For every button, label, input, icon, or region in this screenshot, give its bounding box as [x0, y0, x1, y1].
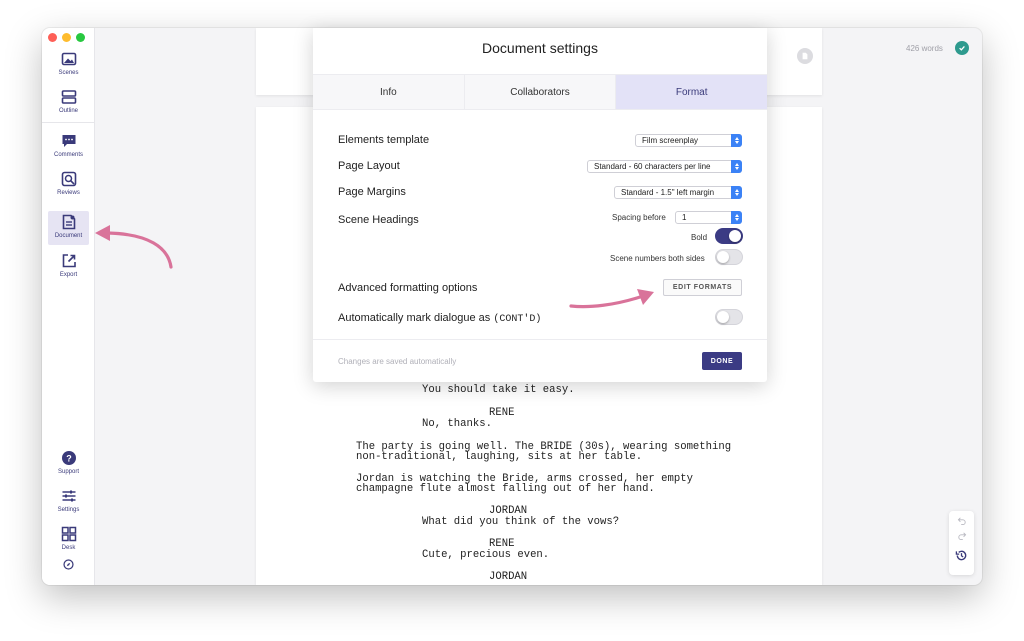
- saved-check-icon: [955, 41, 969, 55]
- done-button[interactable]: DONE: [702, 352, 742, 370]
- redo-button[interactable]: [954, 530, 969, 542]
- close-window-button[interactable]: [48, 33, 57, 42]
- elements-template-select[interactable]: Film screenplay: [635, 134, 742, 147]
- tab-collaborators[interactable]: Collaborators: [465, 75, 617, 109]
- comment-icon: [62, 135, 75, 147]
- edit-formats-button[interactable]: EDIT FORMATS: [663, 279, 742, 296]
- redo-icon: [957, 532, 966, 540]
- select-value: 1: [682, 213, 687, 222]
- stepper-arrows-icon: [731, 211, 742, 224]
- autosave-note: Changes are saved automatically: [338, 357, 457, 366]
- spacing-before-label: Spacing before: [612, 213, 666, 222]
- select-value: Standard - 60 characters per line: [594, 162, 711, 171]
- sidebar-item-label: Outline: [58, 108, 78, 114]
- minimize-window-button[interactable]: [62, 33, 71, 42]
- word-count: 426 words: [906, 44, 943, 53]
- tab-info[interactable]: Info: [313, 75, 465, 109]
- auto-contd-text: Automatically mark dialogue as: [338, 312, 491, 324]
- dialog-footer: Changes are saved automatically DONE: [313, 339, 767, 382]
- compass-icon: [63, 559, 74, 570]
- sidebar-item-label: Scenes: [58, 70, 79, 76]
- sidebar-item-scenes[interactable]: Scenes: [48, 48, 89, 82]
- undo-icon: [957, 517, 966, 525]
- grid-icon: [61, 526, 76, 542]
- page-layout-label: Page Layout: [338, 160, 400, 172]
- page-layout-select[interactable]: Standard - 60 characters per line: [587, 160, 742, 173]
- sidebar-item-compass[interactable]: [48, 556, 89, 585]
- contd-code: (CONT'D): [493, 314, 542, 325]
- outline-icon: [61, 90, 76, 104]
- sidebar-item-outline[interactable]: Outline: [48, 86, 89, 120]
- sidebar-item-label: Settings: [57, 507, 80, 513]
- stepper-arrows-icon: [731, 160, 742, 173]
- sidebar-item-comments[interactable]: Comments: [48, 130, 89, 164]
- scene-numbers-label: Scene numbers both sides: [610, 254, 705, 263]
- document-icon: [62, 214, 75, 230]
- sidebar-item-label: Comments: [53, 152, 83, 158]
- sidebar-item-support[interactable]: ? Support: [48, 447, 89, 481]
- sidebar-item-label: Reviews: [57, 190, 80, 196]
- advanced-formatting-label: Advanced formatting options: [338, 282, 478, 294]
- history-panel: [949, 511, 974, 575]
- review-icon: [61, 171, 76, 187]
- sidebar-item-document[interactable]: Document: [48, 211, 89, 245]
- window-controls: [48, 33, 85, 42]
- help-icon: ?: [61, 451, 76, 465]
- document-settings-dialog: Document settings Info Collaborators For…: [313, 28, 768, 382]
- select-value: Film screenplay: [642, 136, 699, 145]
- auto-contd-label: Automatically mark dialogue as (CONT'D): [338, 312, 541, 325]
- stepper-arrows-icon: [731, 186, 742, 199]
- scene-headings-label: Scene Headings: [338, 214, 419, 226]
- sidebar-item-export[interactable]: Export: [48, 250, 89, 284]
- dialog-title: Document settings: [482, 40, 598, 56]
- scene-numbers-toggle[interactable]: [715, 249, 743, 265]
- export-icon: [62, 254, 76, 268]
- sidebar: Scenes Outline Comments Reviews Document…: [42, 28, 95, 585]
- sidebar-item-reviews[interactable]: Reviews: [48, 168, 89, 202]
- sidebar-item-label: Desk: [61, 545, 76, 551]
- sidebar-item-label: Support: [57, 469, 79, 475]
- bold-toggle[interactable]: [715, 228, 743, 244]
- sidebar-item-label: Document: [54, 233, 83, 239]
- scenes-icon: [61, 52, 76, 66]
- undo-button[interactable]: [954, 515, 969, 527]
- stepper-arrows-icon: [731, 134, 742, 147]
- bold-label: Bold: [691, 233, 708, 242]
- page-margins-label: Page Margins: [338, 186, 406, 198]
- sidebar-divider: [42, 122, 95, 123]
- svg-text:?: ?: [66, 454, 72, 464]
- select-value: Standard - 1.5" left margin: [621, 188, 715, 197]
- sidebar-item-settings[interactable]: Settings: [48, 485, 89, 519]
- page-options-icon[interactable]: [797, 48, 813, 64]
- version-history-button[interactable]: [954, 549, 969, 561]
- tab-format[interactable]: Format: [616, 75, 768, 109]
- spacing-before-select[interactable]: 1: [675, 211, 742, 224]
- history-icon: [955, 550, 967, 560]
- settings-sliders-icon: [62, 490, 75, 502]
- zoom-window-button[interactable]: [76, 33, 85, 42]
- elements-template-label: Elements template: [338, 134, 430, 146]
- sidebar-item-desk[interactable]: Desk: [48, 523, 89, 557]
- sidebar-item-label: Export: [59, 272, 78, 278]
- page-margins-select[interactable]: Standard - 1.5" left margin: [614, 186, 742, 199]
- dialog-tabs: Info Collaborators Format: [313, 74, 768, 110]
- auto-contd-toggle[interactable]: [715, 309, 743, 325]
